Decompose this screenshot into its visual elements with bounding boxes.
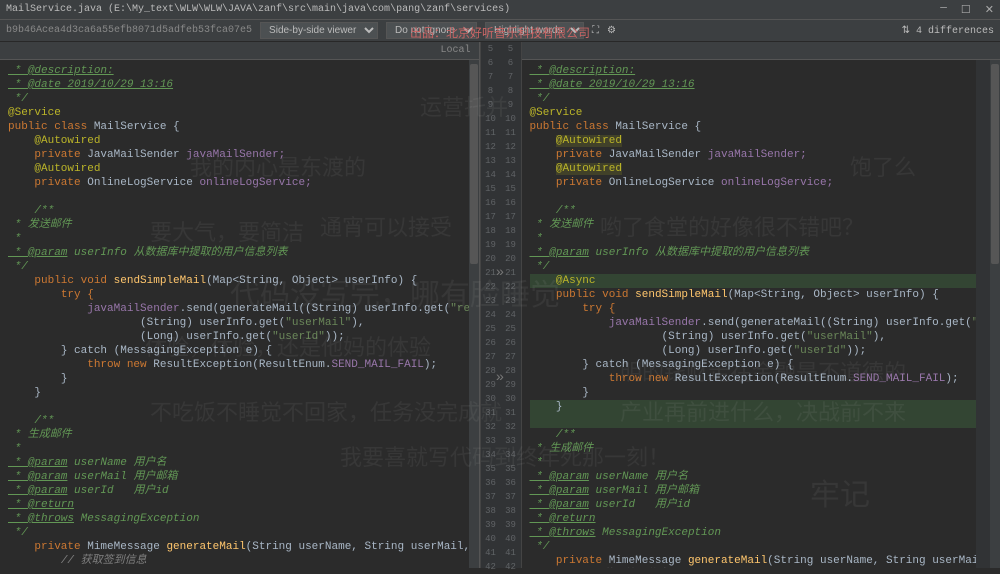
line-gutter: 5566778899101011111212131314141515161617… <box>480 42 522 568</box>
left-code[interactable]: * @description: * @date 2019/10/29 13:16… <box>0 60 469 568</box>
attribution-text: 出品：北京好听音乐科技有限公司 <box>410 24 590 41</box>
scrollbar-vertical[interactable] <box>469 60 479 568</box>
view-mode-select[interactable]: Side-by-side viewer <box>260 22 378 39</box>
window-controls: ─ ☐ ✕ <box>940 3 994 17</box>
scrollbar-vertical[interactable] <box>990 60 1000 568</box>
right-pane: * @description: * @date 2019/10/29 13:16… <box>522 42 1000 568</box>
maximize-button[interactable]: ☐ <box>961 3 971 17</box>
minimap[interactable] <box>976 60 990 568</box>
left-pane-header: Local <box>0 42 479 60</box>
minimize-button[interactable]: ─ <box>940 3 947 17</box>
right-code[interactable]: * @description: * @date 2019/10/29 13:16… <box>522 60 991 568</box>
gear-icon[interactable]: ⚙ <box>607 25 616 37</box>
diff-merge-arrow-icon[interactable]: » <box>496 370 504 386</box>
window-title: MailService.java (E:\My_text\WLW\WLW\JAV… <box>6 4 940 15</box>
close-button[interactable]: ✕ <box>985 3 994 17</box>
diff-container: Local * @description: * @date 2019/10/29… <box>0 42 1000 568</box>
right-pane-header <box>522 42 1000 60</box>
diff-count: ⇅ 4 differences <box>902 25 994 37</box>
left-pane: Local * @description: * @date 2019/10/29… <box>0 42 480 568</box>
expand-icon[interactable]: ⛶ <box>592 25 599 37</box>
titlebar: MailService.java (E:\My_text\WLW\WLW\JAV… <box>0 0 1000 20</box>
revision-hash: b9b46Acea4d3ca6a55efb8071d5adfeb53fca07e… <box>6 25 252 36</box>
diff-merge-arrow-icon[interactable]: » <box>496 265 504 281</box>
